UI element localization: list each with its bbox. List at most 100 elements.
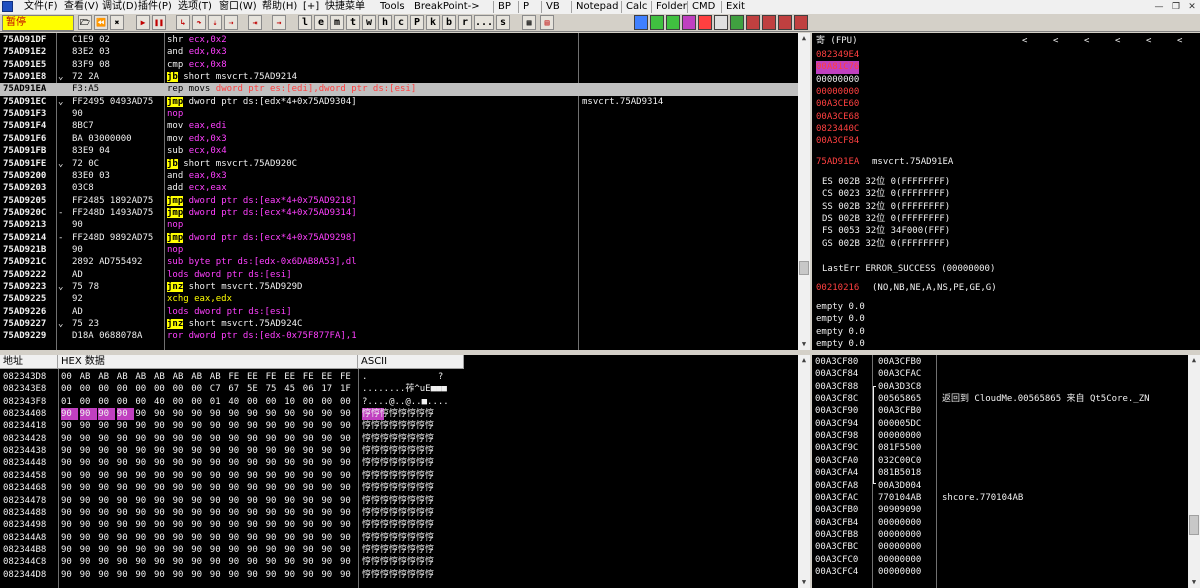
dump-byte[interactable]: 90 xyxy=(340,495,357,507)
register-value[interactable]: 00A3CE68 xyxy=(816,111,859,123)
stack-row[interactable]: 00A3CF9C 081F5500 xyxy=(812,442,1188,454)
dump-byte[interactable]: 90 xyxy=(284,445,301,457)
dump-scrollbar[interactable]: ▲ ▼ xyxy=(798,355,810,588)
dump-byte[interactable]: 90 xyxy=(247,457,264,469)
dump-byte[interactable]: 90 xyxy=(98,482,115,494)
disasm-row[interactable]: 75AD9223 ⌄ 75 78 jnz short msvcrt.75AD929D xyxy=(0,281,798,293)
dump-byte[interactable]: 90 xyxy=(284,544,301,556)
disasm-row[interactable]: 75AD91FE ⌄ 72 0C jb short msvcrt.75AD920C xyxy=(0,158,798,170)
dump-byte[interactable]: FE xyxy=(340,371,357,383)
dump-byte[interactable]: 90 xyxy=(98,408,116,421)
dump-byte[interactable]: 90 xyxy=(284,482,301,494)
dump-byte[interactable]: 90 xyxy=(210,408,227,420)
dump-byte[interactable]: 06 xyxy=(303,383,320,395)
dump-byte[interactable]: 90 xyxy=(61,532,78,544)
dump-byte[interactable]: 00 xyxy=(117,396,134,408)
dump-byte[interactable]: 90 xyxy=(98,519,115,531)
dump-byte[interactable]: 90 xyxy=(303,433,320,445)
step-into-icon[interactable]: ↳ xyxy=(176,15,190,30)
dump-byte[interactable]: 00 xyxy=(98,396,115,408)
dump-byte[interactable]: 90 xyxy=(173,445,190,457)
window-letter-button[interactable]: e xyxy=(314,15,328,30)
dump-byte[interactable]: 00 xyxy=(117,383,134,395)
dump-byte[interactable]: 90 xyxy=(303,507,320,519)
dump-byte[interactable]: AB xyxy=(98,371,115,383)
disasm-row[interactable]: 75AD91F4 8BC7 mov eax,edi xyxy=(0,120,798,132)
dump-byte[interactable]: 90 xyxy=(80,470,97,482)
disasm-row[interactable]: 75AD91F6 BA 03000000 mov edx,0x3 xyxy=(0,133,798,145)
dump-byte[interactable]: 90 xyxy=(154,408,171,420)
stack-value[interactable]: 00000000 xyxy=(878,541,936,553)
dump-byte[interactable]: 90 xyxy=(191,457,208,469)
dump-byte[interactable]: 90 xyxy=(303,457,320,469)
disassembly-scrollbar[interactable]: ▲ ▼ xyxy=(798,33,810,350)
dump-byte[interactable]: 90 xyxy=(61,495,78,507)
dump-byte[interactable]: AB xyxy=(117,371,134,383)
stack-value[interactable]: 000005DC xyxy=(878,418,936,430)
dump-byte[interactable]: 90 xyxy=(173,532,190,544)
scroll-thumb[interactable] xyxy=(799,261,809,275)
stack-value[interactable]: 032C00C0 xyxy=(878,455,936,467)
scroll-up-icon[interactable]: ▲ xyxy=(798,355,810,366)
disasm-row[interactable]: 75AD921C 2892 AD755492 sub byte ptr ds:[ed… xyxy=(0,256,798,268)
dump-byte[interactable]: 90 xyxy=(247,482,264,494)
open-icon[interactable]: 🗁 xyxy=(78,15,92,30)
window-letter-button[interactable]: t xyxy=(346,15,360,30)
menu-tab-button[interactable]: CMD xyxy=(692,0,715,14)
menu-item[interactable]: Tools xyxy=(380,0,405,14)
dump-byte[interactable]: 90 xyxy=(135,470,152,482)
stack-row[interactable]: 00A3CF94 000005DC xyxy=(812,418,1188,430)
disasm-row[interactable]: 75AD91DF C1E9 02 shr ecx,0x2 xyxy=(0,34,798,46)
dump-byte[interactable]: 00 xyxy=(80,396,97,408)
trace-into-icon[interactable]: ⇣ xyxy=(208,15,222,30)
dump-byte[interactable]: 90 xyxy=(80,556,97,568)
dump-byte[interactable]: 90 xyxy=(266,556,283,568)
stack-row[interactable]: 00A3CFAC 770104AB shcore.770104AB xyxy=(812,492,1188,504)
dump-byte[interactable]: 00 xyxy=(303,396,320,408)
dump-byte[interactable]: 90 xyxy=(117,569,134,581)
dump-byte[interactable]: 90 xyxy=(247,420,264,432)
dump-byte[interactable]: 90 xyxy=(210,420,227,432)
dump-byte[interactable]: 90 xyxy=(321,519,338,531)
dump-byte[interactable]: 90 xyxy=(284,408,301,420)
dump-byte[interactable]: 90 xyxy=(228,470,245,482)
plugin4-icon[interactable] xyxy=(698,15,712,30)
dump-byte[interactable]: 90 xyxy=(266,495,283,507)
dump-byte[interactable]: 90 xyxy=(154,482,171,494)
restore-icon[interactable]: ❐ xyxy=(1170,1,1182,13)
restart-icon[interactable]: ⏪ xyxy=(94,15,108,30)
plugin7-icon[interactable] xyxy=(746,15,760,30)
dump-byte[interactable]: 90 xyxy=(61,420,78,432)
dump-byte[interactable]: 90 xyxy=(98,470,115,482)
menu-item[interactable]: 窗口(W) xyxy=(219,0,257,14)
stack-value[interactable]: 00000000 xyxy=(878,430,936,442)
dump-byte[interactable]: 90 xyxy=(340,544,357,556)
stack-row[interactable]: 00A3CFB0 90909090 xyxy=(812,504,1188,516)
dump-byte[interactable]: 90 xyxy=(191,532,208,544)
register-arrow-button[interactable]: < xyxy=(1022,35,1027,47)
menu-tab-button[interactable]: VB xyxy=(546,0,560,14)
dump-byte[interactable]: 90 xyxy=(340,519,357,531)
stack-value[interactable]: 00000000 xyxy=(878,554,936,566)
dump-byte[interactable]: 90 xyxy=(135,420,152,432)
dump-byte[interactable]: 90 xyxy=(321,556,338,568)
stack-row[interactable]: 00A3CFA0 032C00C0 xyxy=(812,455,1188,467)
register-arrow-button[interactable]: < xyxy=(1177,35,1182,47)
dump-byte[interactable]: 90 xyxy=(98,420,115,432)
dump-byte[interactable]: 90 xyxy=(80,569,97,581)
fpu-register[interactable]: empty 0.0 xyxy=(816,313,865,325)
dump-byte[interactable]: 90 xyxy=(210,470,227,482)
dump-byte[interactable]: 90 xyxy=(228,519,245,531)
dump-byte[interactable]: 90 xyxy=(117,544,134,556)
stack-value[interactable]: 00A3CFAC xyxy=(878,368,936,380)
dump-byte[interactable]: 90 xyxy=(321,457,338,469)
stack-value[interactable]: 081F5500 xyxy=(878,442,936,454)
dump-row[interactable]: 08234448 90 90 90 90 90 90 90 90 90 90 90 90 90 90 90 90… xyxy=(0,457,464,469)
dump-byte[interactable]: 90 xyxy=(173,556,190,568)
dump-byte[interactable]: 00 xyxy=(98,383,115,395)
dump-byte[interactable]: 00 xyxy=(80,383,97,395)
plugin1-icon[interactable] xyxy=(650,15,664,30)
dump-byte[interactable]: 90 xyxy=(247,433,264,445)
dump-byte[interactable]: 90 xyxy=(340,445,357,457)
eflags-value[interactable]: 00210216 xyxy=(816,282,859,294)
